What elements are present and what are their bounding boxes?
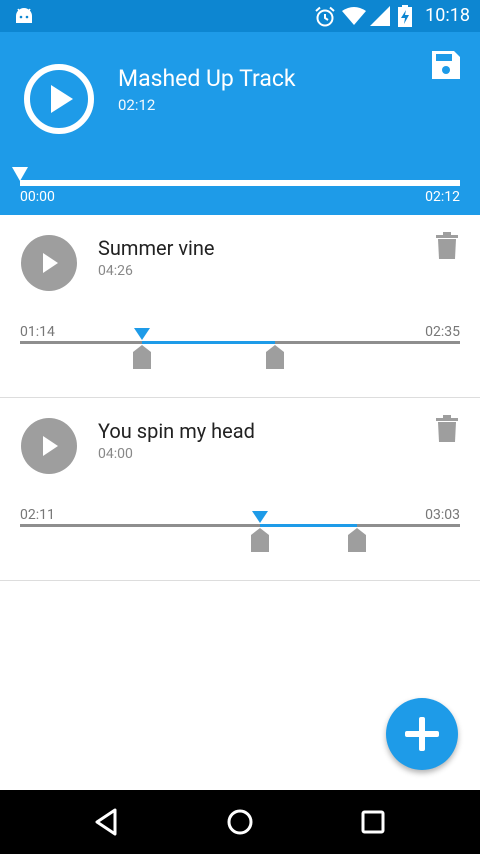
mix-header: Mashed Up Track 02:12 00:00 02:12 <box>0 32 480 215</box>
clip-start-time: 01:14 <box>20 324 55 340</box>
clip-card: You spin my head 04:00 02:11 03:03 <box>0 398 480 581</box>
trash-icon[interactable] <box>436 232 458 259</box>
trash-icon[interactable] <box>436 415 458 442</box>
play-icon[interactable] <box>21 235 77 291</box>
clip-selection <box>259 524 357 527</box>
playhead-marker[interactable] <box>251 511 268 523</box>
trim-start-handle[interactable] <box>133 345 152 369</box>
navigation-bar <box>0 790 480 854</box>
back-icon[interactable] <box>89 804 125 840</box>
mix-title: Mashed Up Track <box>118 65 296 92</box>
play-icon[interactable] <box>21 418 77 474</box>
status-time: 10:18 <box>425 5 470 26</box>
clip-card: Summer vine 04:26 01:14 02:35 <box>0 215 480 398</box>
clip-duration: 04:00 <box>98 446 133 462</box>
clip-end-time: 02:35 <box>425 324 460 340</box>
clip-trim-bar[interactable] <box>20 524 460 527</box>
save-icon[interactable] <box>430 49 462 81</box>
clip-start-time: 02:11 <box>20 507 55 523</box>
play-icon[interactable] <box>23 63 95 135</box>
home-icon[interactable] <box>222 804 258 840</box>
mix-duration: 02:12 <box>118 96 156 114</box>
plus-icon <box>405 717 439 751</box>
signal-icon <box>370 6 390 26</box>
trim-end-handle[interactable] <box>347 528 366 552</box>
clip-title: Summer vine <box>98 236 215 260</box>
trim-start-handle[interactable] <box>250 528 269 552</box>
status-bar: 10:18 <box>0 0 480 32</box>
mix-end-time: 02:12 <box>425 189 460 205</box>
clip-selection <box>142 341 276 344</box>
recents-icon[interactable] <box>355 804 391 840</box>
clip-title: You spin my head <box>98 419 255 443</box>
seek-thumb[interactable] <box>12 167 28 181</box>
clip-duration: 04:26 <box>98 263 133 279</box>
mix-seekbar[interactable] <box>20 180 460 186</box>
battery-icon <box>398 5 412 27</box>
playhead-marker[interactable] <box>134 328 151 340</box>
add-clip-button[interactable] <box>386 698 458 770</box>
trim-end-handle[interactable] <box>266 345 285 369</box>
wifi-icon <box>342 7 366 25</box>
android-icon <box>16 8 32 23</box>
alarm-icon <box>315 6 335 27</box>
mix-start-time: 00:00 <box>20 189 55 205</box>
clip-end-time: 03:03 <box>425 507 460 523</box>
